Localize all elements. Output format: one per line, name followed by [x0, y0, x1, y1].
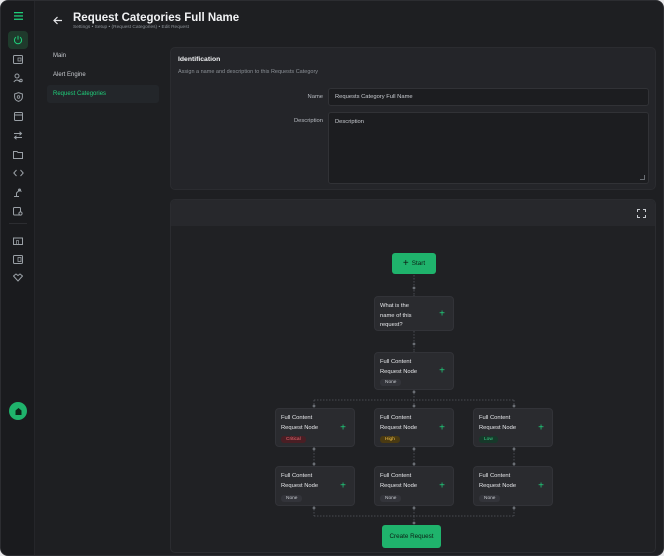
rail-divider	[9, 223, 27, 224]
page-header: Request Categories Full Name Settings • …	[35, 1, 663, 39]
resize-handle-icon[interactable]	[640, 175, 645, 180]
add-node-icon[interactable]: +	[538, 481, 544, 492]
name-label: Name	[307, 94, 323, 100]
power-icon[interactable]	[8, 31, 28, 49]
description-label: Description	[294, 118, 323, 124]
add-node-icon[interactable]: +	[538, 422, 544, 433]
nav-item-request-categories[interactable]: Request Categories	[47, 85, 159, 103]
icon-rail	[1, 1, 35, 555]
folder-icon[interactable]	[8, 145, 28, 163]
app-window: Request Categories Full Name Settings • …	[0, 0, 664, 556]
content-node-low[interactable]: Full Content Request Node Low +	[473, 408, 553, 447]
low-badge: Low	[479, 436, 498, 443]
content-node-critical[interactable]: Full Content Request Node Critical +	[275, 408, 355, 447]
shield-icon[interactable]	[8, 88, 28, 106]
description-placeholder: Description	[335, 119, 364, 125]
add-node-icon[interactable]: +	[439, 366, 445, 377]
add-node-icon[interactable]: +	[340, 422, 346, 433]
nav-item-alert-engine[interactable]: Alert Engine	[47, 66, 159, 84]
nav-item-main[interactable]: Main	[47, 47, 159, 65]
menu-icon[interactable]	[8, 7, 28, 25]
identification-title: Identification	[178, 56, 221, 63]
add-node-icon[interactable]: +	[439, 308, 445, 319]
handshake-icon[interactable]	[8, 268, 28, 286]
code-icon[interactable]	[8, 164, 28, 182]
page-title: Request Categories Full Name	[73, 12, 240, 24]
plus-icon: +	[402, 258, 409, 269]
start-button[interactable]: + Start	[392, 253, 436, 274]
robot-arm-icon[interactable]	[8, 183, 28, 201]
content-node-text: Full Content Request Node	[281, 415, 319, 431]
content-node-text: Full Content Request Node	[380, 359, 418, 375]
contact-card-icon[interactable]	[8, 250, 28, 268]
create-request-button[interactable]: Create Request	[382, 525, 441, 548]
identification-subtitle: Assign a name and description to this Re…	[178, 69, 319, 75]
question-node-text: What is the name of this request?	[380, 303, 412, 328]
content-node-text: Full Content Request Node	[380, 415, 418, 431]
user-avatar-icon[interactable]	[9, 402, 27, 420]
start-label: Start	[411, 260, 426, 267]
transfer-icon[interactable]	[8, 126, 28, 144]
priority-badge: None	[380, 495, 402, 502]
breadcrumb: Settings • Setup • (Request Categories) …	[73, 25, 189, 30]
content-node-text: Full Content Request Node	[281, 473, 319, 489]
id-card-icon[interactable]	[8, 50, 28, 68]
calendar-icon[interactable]	[8, 107, 28, 125]
critical-badge: Critical	[281, 436, 306, 443]
add-node-icon[interactable]: +	[439, 481, 445, 492]
users-settings-icon[interactable]	[8, 69, 28, 87]
priority-badge: None	[281, 495, 303, 502]
flow-editor: + Start What is the name of this request…	[170, 199, 656, 553]
content-node-leaf-3[interactable]: Full Content Request Node None +	[473, 466, 553, 506]
priority-badge: None	[380, 379, 402, 386]
building-icon[interactable]	[8, 231, 28, 249]
content-node-text: Full Content Request Node	[479, 473, 517, 489]
high-badge: High	[380, 436, 400, 443]
settings-nav: Main Alert Engine Request Categories	[47, 47, 159, 104]
content-node-leaf-2[interactable]: Full Content Request Node None +	[374, 466, 454, 506]
back-arrow-icon[interactable]	[51, 13, 65, 27]
identification-card: Identification Assign a name and descrip…	[170, 47, 656, 190]
content-node-root[interactable]: Full Content Request Node None +	[374, 352, 454, 390]
calendar-settings-icon[interactable]	[8, 202, 28, 220]
add-node-icon[interactable]: +	[439, 422, 445, 433]
content-node-text: Full Content Request Node	[479, 415, 517, 431]
description-textarea[interactable]: Description	[328, 112, 649, 184]
content-node-high[interactable]: Full Content Request Node High +	[374, 408, 454, 447]
name-input[interactable]: Requests Category Full Name	[328, 88, 649, 106]
question-node[interactable]: What is the name of this request? +	[374, 296, 454, 331]
priority-badge: None	[479, 495, 501, 502]
content-node-text: Full Content Request Node	[380, 473, 418, 489]
add-node-icon[interactable]: +	[340, 481, 346, 492]
content-node-leaf-1[interactable]: Full Content Request Node None +	[275, 466, 355, 506]
